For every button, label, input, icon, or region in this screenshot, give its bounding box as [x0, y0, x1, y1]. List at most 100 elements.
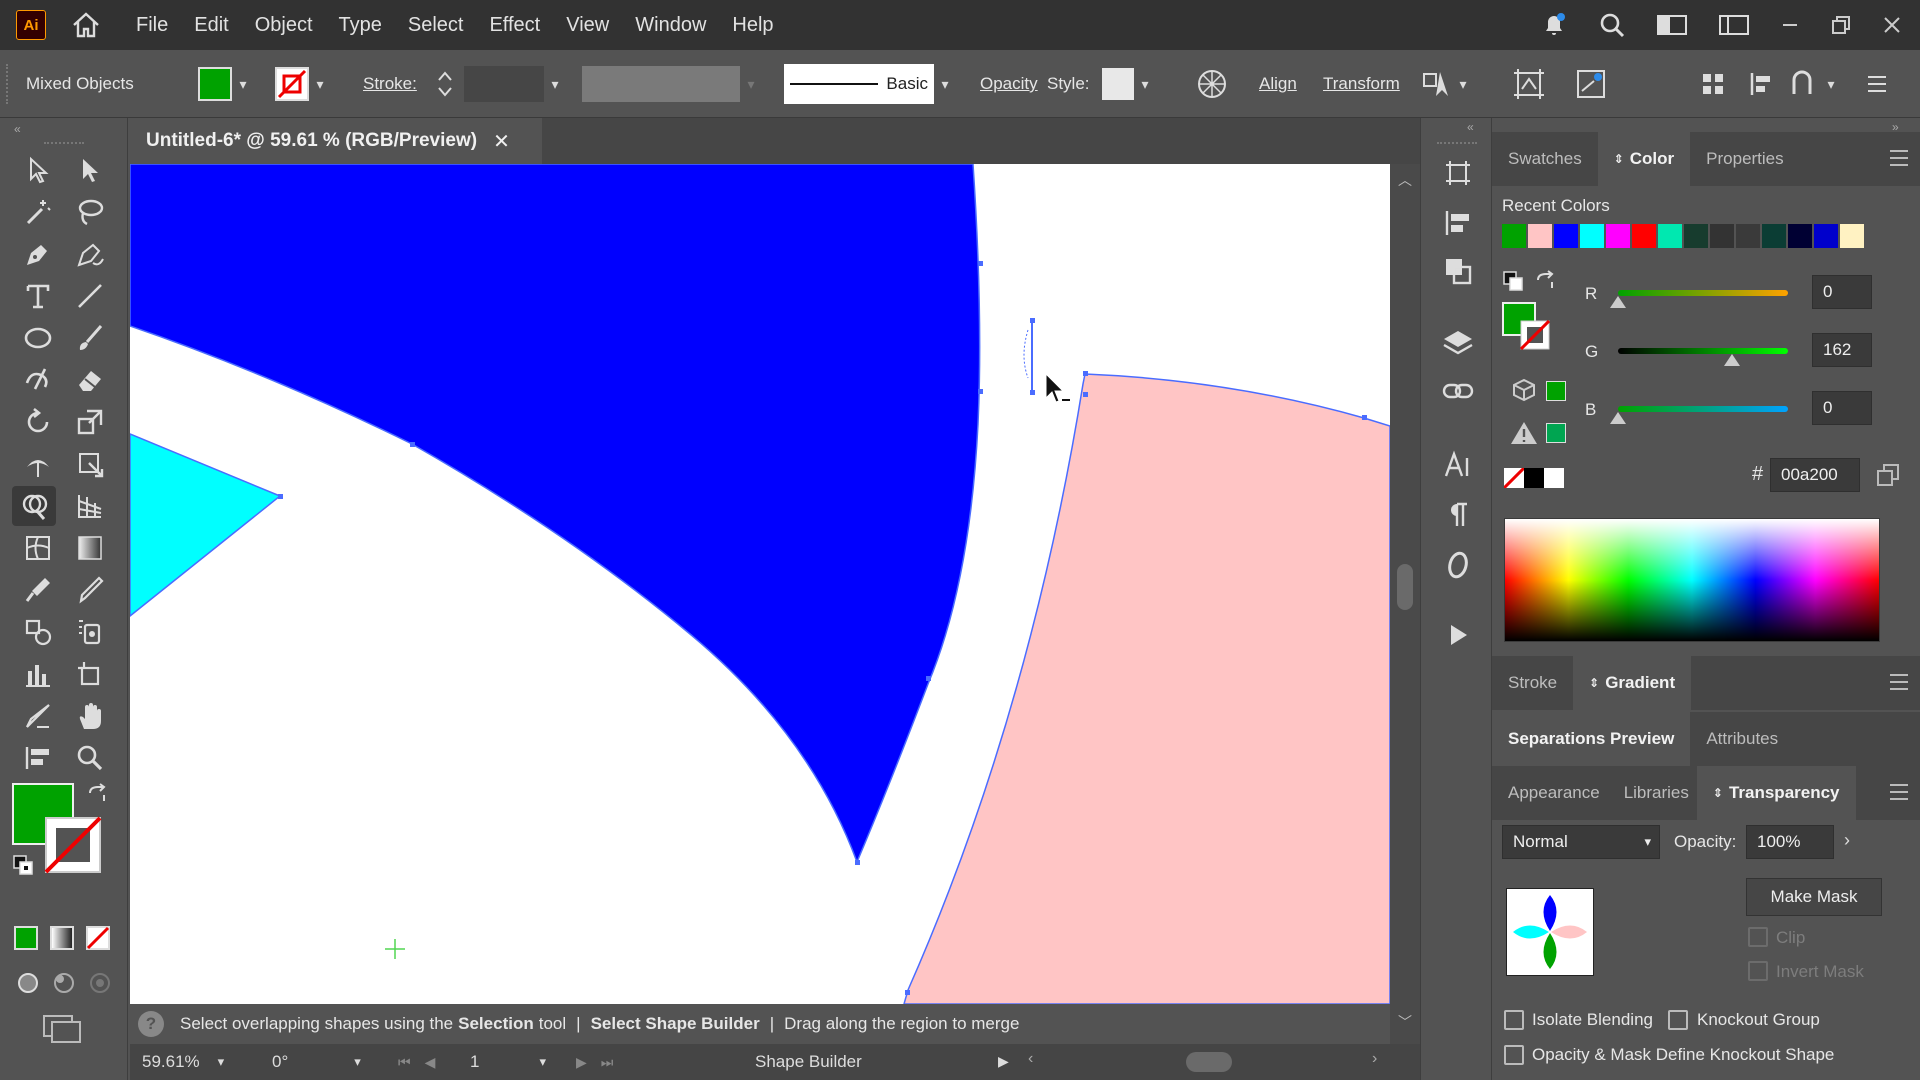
- collapse-panel-icon[interactable]: «: [14, 122, 21, 136]
- g-slider[interactable]: [1618, 348, 1788, 354]
- zoom-dropdown[interactable]: 59.61% ▾: [130, 1044, 256, 1080]
- recent-color-swatch[interactable]: [1580, 224, 1604, 248]
- opacity-slider-arrow-icon[interactable]: ›: [1844, 830, 1850, 851]
- chevron-down-icon[interactable]: ▾: [354, 1054, 361, 1070]
- blend-tool-icon[interactable]: [16, 612, 60, 652]
- chevron-down-icon[interactable]: ▾: [544, 64, 566, 104]
- paintbrush-tool-icon[interactable]: [68, 318, 112, 358]
- tab-swatches[interactable]: Swatches: [1492, 132, 1598, 186]
- eraser-tool-icon[interactable]: [68, 360, 112, 400]
- column-graph-tool-icon[interactable]: [16, 654, 60, 694]
- recent-color-swatch[interactable]: [1528, 224, 1552, 248]
- menu-select[interactable]: Select: [408, 14, 464, 37]
- menu-window[interactable]: Window: [635, 14, 706, 37]
- isolate-blending-checkbox[interactable]: [1504, 1010, 1524, 1030]
- invert-mask-checkbox[interactable]: [1748, 961, 1768, 981]
- paragraph-panel-icon[interactable]: [1441, 498, 1475, 532]
- align-label[interactable]: Align: [1259, 50, 1297, 118]
- previous-artboard-icon[interactable]: ◀: [425, 1054, 436, 1071]
- actions-play-icon[interactable]: [1441, 618, 1475, 652]
- blend-mode-select[interactable]: Normal ▾: [1502, 825, 1660, 859]
- none-swatch[interactable]: [1502, 466, 1526, 490]
- close-window-icon[interactable]: [1882, 15, 1902, 35]
- tab-stroke[interactable]: Stroke: [1492, 656, 1573, 710]
- recent-color-swatch[interactable]: [1814, 224, 1838, 248]
- curvature-tool-icon[interactable]: [68, 234, 112, 274]
- r-slider-thumb[interactable]: [1610, 296, 1626, 308]
- shaper-tool-icon[interactable]: [16, 360, 60, 400]
- tab-separations-preview[interactable]: Separations Preview: [1492, 712, 1691, 766]
- search-icon[interactable]: [1598, 11, 1626, 39]
- zoom-tool-icon[interactable]: [68, 738, 112, 778]
- graphic-style-control[interactable]: ▾: [1102, 50, 1156, 118]
- change-screen-mode-icon[interactable]: [42, 1014, 84, 1049]
- knockout-group-checkbox[interactable]: [1668, 1010, 1688, 1030]
- out-of-web-gamut-icon[interactable]: [1512, 378, 1536, 407]
- swap-small-icon[interactable]: [1502, 270, 1524, 297]
- tab-transparency[interactable]: ⇕ Transparency: [1696, 766, 1856, 820]
- arrange-documents-icon[interactable]: [1718, 12, 1750, 38]
- status-menu-arrow-icon[interactable]: ▶: [998, 1053, 1009, 1070]
- tab-libraries[interactable]: Libraries: [1616, 766, 1697, 820]
- copy-hex-icon[interactable]: [1876, 463, 1900, 492]
- links-panel-icon[interactable]: [1441, 374, 1475, 408]
- opentype-panel-icon[interactable]: [1441, 548, 1475, 582]
- close-tab-icon[interactable]: ✕: [493, 129, 510, 154]
- horizontal-scroll-thumb[interactable]: [1186, 1052, 1232, 1072]
- scroll-thumb[interactable]: [1397, 564, 1413, 610]
- current-tool-label[interactable]: Shape Builder: [755, 1044, 862, 1080]
- make-mask-button[interactable]: Make Mask: [1746, 878, 1882, 916]
- restore-icon[interactable]: [1830, 14, 1852, 36]
- free-transform-tool-icon[interactable]: [68, 444, 112, 484]
- distribute-icon[interactable]: [1700, 50, 1726, 118]
- help-icon[interactable]: ?: [138, 1011, 164, 1037]
- menu-view[interactable]: View: [566, 14, 609, 37]
- strip-grip[interactable]: [1437, 142, 1477, 144]
- toolbar-grip[interactable]: [44, 142, 84, 144]
- scale-tool-icon[interactable]: [68, 402, 112, 442]
- type-tool-icon[interactable]: [16, 276, 60, 316]
- stroke-swatch[interactable]: [44, 816, 102, 874]
- chevron-down-icon[interactable]: ▾: [218, 1054, 225, 1070]
- swap-fill-stroke-icon[interactable]: [86, 783, 108, 810]
- scroll-up-icon[interactable]: ︿: [1398, 170, 1412, 190]
- print-tiling-tool-icon[interactable]: [16, 738, 60, 778]
- in-gamut-color-swatch[interactable]: [1546, 423, 1566, 443]
- artboard-tool-icon[interactable]: [68, 654, 112, 694]
- b-value-field[interactable]: 0: [1812, 391, 1872, 425]
- transparency-opacity-field[interactable]: 100%: [1746, 825, 1834, 859]
- mesh-tool-icon[interactable]: [16, 528, 60, 568]
- puppet-warp-icon[interactable]: [1574, 50, 1608, 118]
- hex-value-field[interactable]: 00a200: [1770, 458, 1860, 492]
- chevron-down-icon[interactable]: ▾: [539, 1054, 546, 1070]
- gradient-mode-button[interactable]: [50, 926, 74, 950]
- recent-color-swatch[interactable]: [1788, 224, 1812, 248]
- menu-file[interactable]: File: [136, 14, 168, 37]
- tab-properties[interactable]: Properties: [1690, 132, 1799, 186]
- brush-definition[interactable]: Basic ▾: [784, 50, 956, 118]
- recent-color-swatch[interactable]: [1684, 224, 1708, 248]
- document-tab[interactable]: Untitled-6* @ 59.61 % (RGB/Preview) ✕: [130, 118, 542, 164]
- hand-tool-icon[interactable]: [68, 696, 112, 736]
- tab-appearance[interactable]: Appearance: [1492, 766, 1616, 820]
- artboard-canvas[interactable]: [130, 164, 1390, 1004]
- scroll-down-icon[interactable]: ﹀: [1398, 1012, 1412, 1032]
- artboards-panel-icon[interactable]: [1441, 156, 1475, 190]
- bell-icon[interactable]: [1540, 11, 1568, 39]
- transparency-thumbnail[interactable]: [1506, 888, 1594, 976]
- menu-object[interactable]: Object: [255, 14, 313, 37]
- menu-type[interactable]: Type: [339, 14, 382, 37]
- recolor-artwork-icon[interactable]: [1196, 50, 1228, 118]
- g-slider-thumb[interactable]: [1724, 354, 1740, 366]
- chevron-down-icon[interactable]: ▾: [1134, 64, 1156, 104]
- rotate-tool-icon[interactable]: [16, 402, 60, 442]
- color-spectrum[interactable]: [1504, 518, 1880, 642]
- scroll-left-icon[interactable]: ‹: [1028, 1050, 1033, 1068]
- transform-options-icon[interactable]: ▾: [1420, 50, 1474, 118]
- none-mode-button[interactable]: [86, 926, 110, 950]
- selection-tool-icon[interactable]: [16, 150, 60, 190]
- last-artboard-icon[interactable]: ⏭: [601, 1054, 614, 1071]
- black-swatch[interactable]: [1524, 468, 1544, 488]
- pathfinder-panel-icon[interactable]: [1441, 254, 1475, 288]
- color-mode-button[interactable]: [14, 926, 38, 950]
